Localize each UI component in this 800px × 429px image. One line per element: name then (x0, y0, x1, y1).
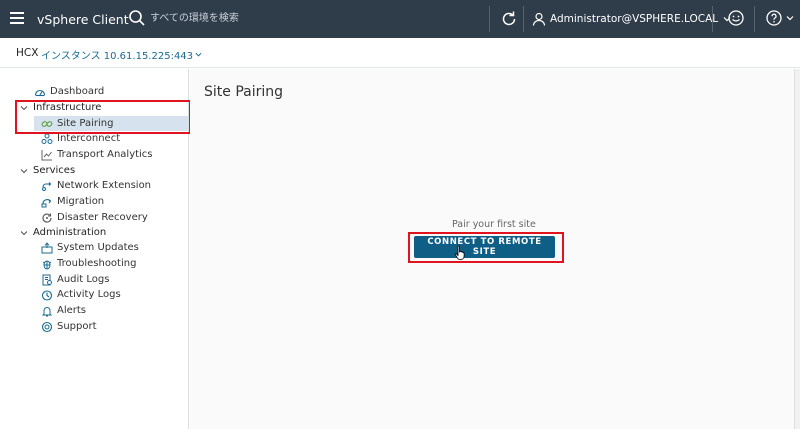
sidebar-item-dashboard[interactable]: Dashboard (34, 84, 104, 99)
sidebar-item-migration[interactable]: Migration (41, 194, 104, 209)
group-label: Administration (33, 227, 107, 238)
network-extension-icon (42, 181, 52, 191)
sidebar-item-label: Transport Analytics (57, 149, 153, 160)
chevron-down-icon (786, 16, 794, 21)
sidebar-item-label: Troubleshooting (57, 258, 137, 269)
instance-label: インスタンス 10.61.15.225:443 (41, 51, 194, 62)
sidebar-item-label: Audit Logs (57, 274, 110, 285)
sidebar-item-label: Alerts (57, 305, 87, 316)
sidebar-item-label: Interconnect (57, 133, 121, 144)
menu-icon[interactable] (10, 11, 26, 25)
top-header: vSphere Client Administrator@VSPHERE.LOC… (0, 0, 800, 38)
sidebar-item-activity-logs[interactable]: Activity Logs (41, 287, 121, 302)
instance-selector[interactable]: インスタンス 10.61.15.225:443 (41, 47, 202, 62)
sidebar-item-disaster-recovery[interactable]: Disaster Recovery (41, 210, 148, 225)
support-icon (41, 321, 53, 332)
sidebar-item-system-updates[interactable]: System Updates (41, 240, 139, 255)
user-menu[interactable]: Administrator@VSPHERE.LOCAL (532, 0, 731, 38)
product-label: HCX (16, 47, 39, 59)
troubleshooting-icon (42, 260, 52, 269)
user-icon (532, 12, 546, 26)
header-divider (523, 6, 524, 32)
chevron-down-icon (20, 168, 28, 173)
chevron-down-icon (20, 230, 28, 235)
help-menu[interactable] (765, 9, 794, 27)
interconnect-icon (41, 133, 53, 144)
user-name: Administrator@VSPHERE.LOCAL (550, 13, 719, 25)
page-title: Site Pairing (204, 84, 284, 100)
sidebar-item-label: Dashboard (50, 86, 105, 97)
header-divider (754, 6, 755, 32)
empty-state-hint: Pair your first site (452, 219, 536, 230)
sidebar-item-label: Network Extension (57, 180, 152, 191)
annotation-highlight-box (15, 100, 191, 134)
help-icon (766, 10, 782, 26)
search-input[interactable] (150, 9, 370, 27)
chevron-down-icon (195, 52, 202, 57)
scrollbar[interactable] (794, 69, 800, 429)
audit-logs-icon (42, 274, 52, 285)
sidebar: Dashboard Infrastructure Site Pairing In… (0, 69, 191, 429)
dashboard-icon (34, 89, 46, 96)
sidebar-item-label: Migration (57, 196, 105, 207)
system-updates-icon (41, 241, 53, 253)
sidebar-item-label: Disaster Recovery (57, 212, 148, 223)
disaster-recovery-icon (42, 213, 52, 223)
sidebar-item-audit-logs[interactable]: Audit Logs (41, 272, 109, 287)
activity-logs-icon (41, 289, 53, 301)
sidebar-item-label: Support (57, 321, 97, 332)
sidebar-item-label: System Updates (57, 242, 139, 253)
pointer-hand-icon (454, 245, 465, 260)
sidebar-item-network-extension[interactable]: Network Extension (41, 178, 151, 193)
sidebar-item-support[interactable]: Support (41, 319, 97, 334)
sidebar-item-alerts[interactable]: Alerts (41, 303, 86, 318)
refresh-icon[interactable] (499, 9, 519, 29)
sidebar-item-label: Activity Logs (57, 289, 121, 300)
main-content: Site Pairing Pair your first site CONNEC… (190, 69, 794, 429)
smiley-icon[interactable] (727, 9, 745, 27)
sidebar-item-troubleshooting[interactable]: Troubleshooting (41, 256, 136, 271)
alerts-icon (41, 306, 53, 316)
migration-icon (41, 198, 52, 207)
group-label: Services (33, 165, 76, 176)
analytics-icon (41, 149, 52, 160)
connect-to-remote-site-button[interactable]: CONNECT TO REMOTE SITE (414, 236, 555, 258)
group-administration[interactable]: Administration (20, 225, 106, 240)
header-divider (489, 6, 490, 32)
app-title: vSphere Client (37, 11, 129, 27)
group-services[interactable]: Services (20, 163, 75, 178)
sidebar-item-transport-analytics[interactable]: Transport Analytics (41, 147, 153, 162)
header-divider (712, 6, 713, 32)
search-icon[interactable] (128, 9, 146, 27)
product-bar: HCX インスタンス 10.61.15.225:443 (0, 38, 800, 68)
